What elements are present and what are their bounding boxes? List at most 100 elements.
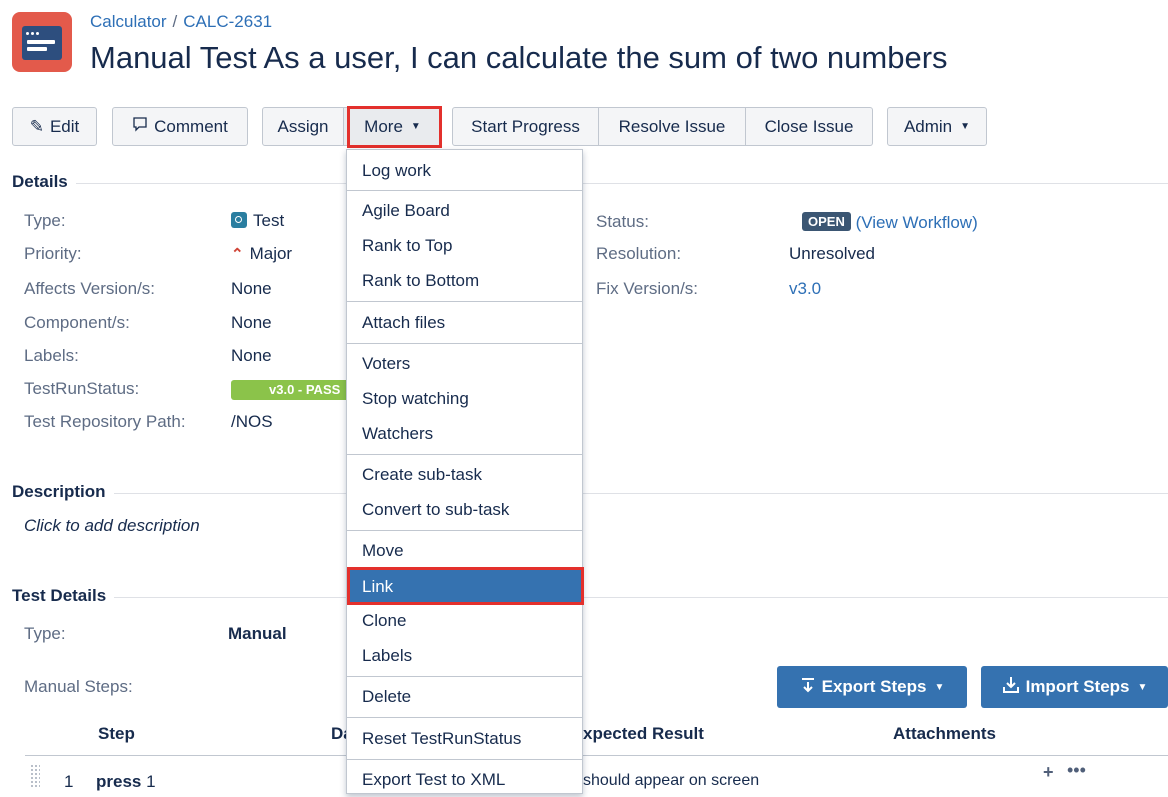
column-header-attachments: Attachments xyxy=(893,724,996,743)
close-issue-label: Close Issue xyxy=(764,116,854,136)
test-type-value: Manual xyxy=(228,624,287,643)
details-heading: Details xyxy=(12,172,76,192)
type-label: Type: xyxy=(24,211,66,230)
link-item-highlight xyxy=(347,567,584,605)
repository-path-label: Test Repository Path: xyxy=(24,412,186,431)
step-text-rest: 1 xyxy=(141,772,156,791)
test-type-icon xyxy=(231,212,247,228)
description-divider xyxy=(12,493,1168,494)
menu-item-rank-to-bottom[interactable]: Rank to Bottom xyxy=(347,264,582,298)
description-placeholder[interactable]: Click to add description xyxy=(24,516,200,536)
import-icon xyxy=(1002,676,1020,699)
menu-item-stop-watching[interactable]: Stop watching xyxy=(347,382,582,416)
menu-item-reset-testrunstatus[interactable]: Reset TestRunStatus xyxy=(347,722,582,756)
menu-item-voters[interactable]: Voters xyxy=(347,347,582,381)
pencil-icon: ✎ xyxy=(29,116,44,136)
caret-down-icon: ▼ xyxy=(1137,681,1148,693)
menu-item-labels[interactable]: Labels xyxy=(347,639,582,673)
menu-item-export-test-to-xml[interactable]: Export Test to XML xyxy=(347,763,582,797)
start-progress-button[interactable]: Start Progress xyxy=(452,107,599,146)
import-steps-label: Import Steps xyxy=(1025,677,1130,696)
comment-button[interactable]: Comment xyxy=(112,107,248,146)
component-label: Component/s: xyxy=(24,313,130,332)
start-progress-label: Start Progress xyxy=(471,116,580,136)
labels-label: Labels: xyxy=(24,346,79,365)
menu-separator xyxy=(347,717,582,718)
breadcrumb: Calculator / CALC-2631 xyxy=(90,12,272,32)
export-icon xyxy=(800,677,816,698)
menu-item-create-sub-task[interactable]: Create sub-task xyxy=(347,458,582,492)
menu-separator xyxy=(347,676,582,677)
details-divider xyxy=(12,183,1168,184)
menu-separator xyxy=(347,759,582,760)
menu-separator xyxy=(347,301,582,302)
menu-item-rank-to-top[interactable]: Rank to Top xyxy=(347,229,582,263)
breadcrumb-issue-key-link[interactable]: CALC-2631 xyxy=(183,12,272,31)
drag-handle-icon[interactable] xyxy=(30,764,40,788)
edit-button[interactable]: ✎ Edit xyxy=(12,107,97,146)
breadcrumb-separator: / xyxy=(172,12,178,31)
issue-summary[interactable]: Manual Test As a user, I can calculate t… xyxy=(90,40,948,76)
menu-item-move[interactable]: Move xyxy=(347,534,582,568)
type-value-text: Test xyxy=(253,211,285,230)
description-heading: Description xyxy=(12,482,114,502)
menu-separator xyxy=(347,343,582,344)
export-steps-label: Export Steps xyxy=(821,677,927,696)
assign-button-label: Assign xyxy=(277,116,329,136)
plus-icon[interactable]: + xyxy=(1043,762,1054,783)
menu-item-watchers[interactable]: Watchers xyxy=(347,417,582,451)
more-dropdown-menu: Log work Agile Board Rank to Top Rank to… xyxy=(346,149,583,794)
priority-label: Priority: xyxy=(24,244,82,263)
labels-value: None xyxy=(231,346,272,365)
menu-item-convert-to-sub-task[interactable]: Convert to sub-task xyxy=(347,493,582,527)
avatar-dot xyxy=(36,32,39,35)
fix-version-link[interactable]: v3.0 xyxy=(789,279,821,299)
avatar-bar xyxy=(27,47,47,51)
type-value: Test xyxy=(231,211,284,231)
menu-item-clone[interactable]: Clone xyxy=(347,604,582,638)
step-text-bold: press xyxy=(96,772,142,791)
testrunstatus-bar: v3.0 - PASS xyxy=(231,380,351,400)
fix-version-label: Fix Version/s: xyxy=(596,279,699,298)
avatar-dot xyxy=(26,32,29,35)
project-avatar[interactable] xyxy=(12,12,72,72)
assign-button[interactable]: Assign xyxy=(262,107,344,146)
avatar-bar xyxy=(27,40,55,44)
column-header-expected-result: xpected Result xyxy=(583,724,704,743)
menu-item-attach-files[interactable]: Attach files xyxy=(347,306,582,340)
testrunstatus-label: TestRunStatus: xyxy=(24,379,140,398)
status-label: Status: xyxy=(596,212,649,231)
more-icon[interactable]: ••• xyxy=(1067,760,1086,781)
avatar-dot xyxy=(31,32,34,35)
close-issue-button[interactable]: Close Issue xyxy=(746,107,873,146)
view-workflow-link[interactable]: (View Workflow) xyxy=(856,213,978,232)
resolve-issue-button[interactable]: Resolve Issue xyxy=(599,107,746,146)
major-priority-icon: ⌃ xyxy=(231,246,244,263)
step-text: press 1 xyxy=(96,772,156,792)
menu-separator xyxy=(347,190,582,191)
expected-result-text: should appear on screen xyxy=(583,772,760,789)
menu-item-agile-board[interactable]: Agile Board xyxy=(347,194,582,228)
affects-version-value: None xyxy=(231,279,272,298)
test-details-divider xyxy=(12,597,1168,598)
export-steps-button[interactable]: Export Steps ▼ xyxy=(777,666,967,708)
breadcrumb-project-link[interactable]: Calculator xyxy=(90,12,167,31)
menu-item-delete[interactable]: Delete xyxy=(347,680,582,714)
more-button-highlight xyxy=(347,106,442,148)
edit-button-label: Edit xyxy=(49,116,80,136)
table-header-divider xyxy=(25,755,1168,756)
menu-separator xyxy=(347,454,582,455)
test-type-label: Type: xyxy=(24,624,66,643)
import-steps-button[interactable]: Import Steps ▼ xyxy=(981,666,1168,708)
admin-button[interactable]: Admin ▼ xyxy=(887,107,987,146)
admin-button-label: Admin xyxy=(903,116,953,136)
priority-value-text: Major xyxy=(249,244,293,263)
menu-separator xyxy=(347,530,582,531)
status-value: OPEN (View Workflow) xyxy=(802,212,978,233)
comment-button-label: Comment xyxy=(154,116,228,136)
project-avatar-screen xyxy=(22,26,62,60)
step-index: 1 xyxy=(64,772,74,791)
comment-icon xyxy=(132,116,148,137)
testrunstatus-value: v3.0 - PASS xyxy=(231,379,351,400)
menu-item-log-work[interactable]: Log work xyxy=(347,154,582,188)
